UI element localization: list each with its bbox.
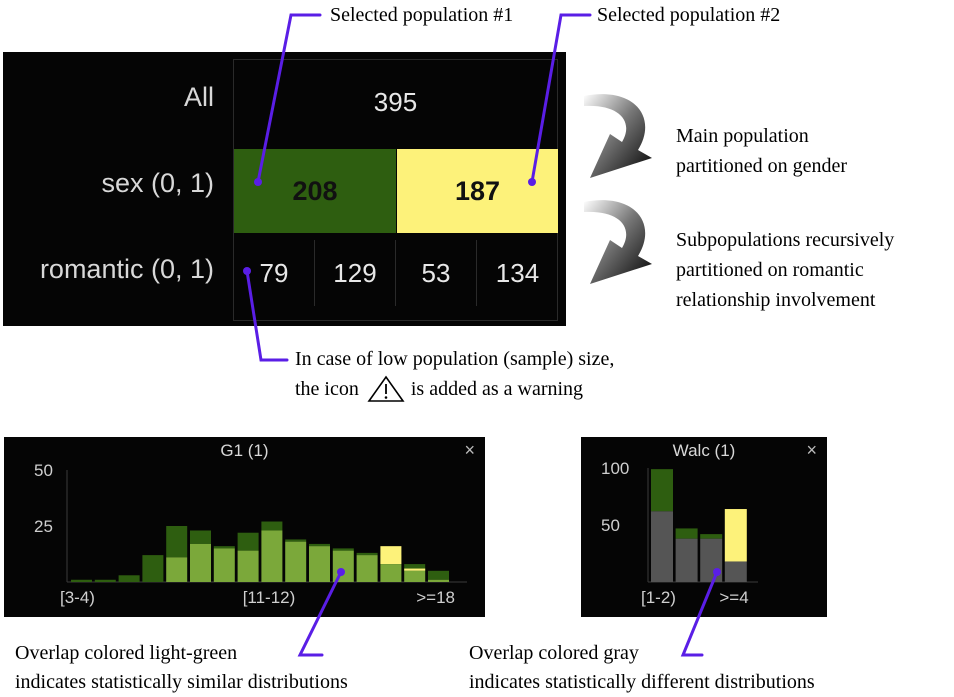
leader-dot-warning [243, 267, 251, 275]
leader-line-gray-overlap [680, 570, 719, 657]
leader-dot-population-1 [254, 178, 262, 186]
leader-dot-population-2 [528, 178, 536, 186]
leader-dot-green-overlap [337, 568, 345, 576]
leader-line-warning [245, 269, 289, 362]
leader-dot-gray-overlap [713, 568, 721, 576]
leader-line-population-2 [530, 13, 592, 184]
leader-line-population-1 [256, 13, 322, 184]
leader-line-green-overlap [297, 570, 343, 657]
callout-leader-lines [243, 13, 721, 657]
